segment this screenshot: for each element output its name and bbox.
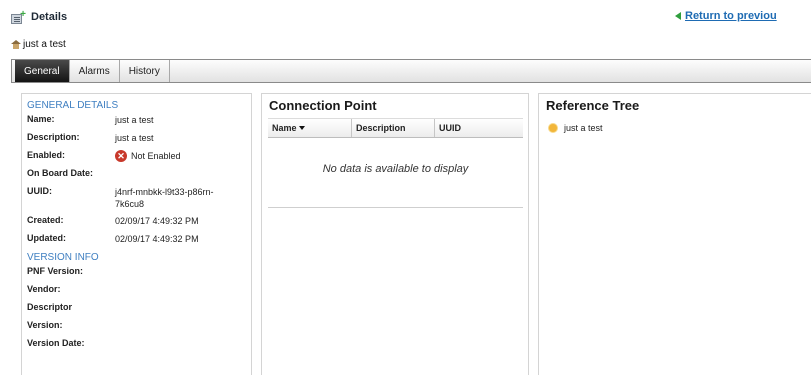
onboard-date-label: On Board Date:: [27, 168, 94, 178]
uuid-value: j4nrf-mnbkk-l9t33-p86rn-7k6cu8: [115, 187, 214, 209]
version-date-label: Version Date:: [27, 338, 85, 348]
detail-row-description: Description: just a test: [22, 130, 251, 148]
descriptor-label: Descriptor: [27, 302, 73, 312]
tab-bar: General Alarms History: [11, 59, 811, 83]
detail-row-created: Created: 02/09/17 4:49:32 PM: [22, 213, 251, 231]
tab-alarms[interactable]: Alarms: [70, 60, 120, 82]
page-title: Details: [31, 11, 68, 23]
breadcrumb: just a test: [11, 39, 66, 50]
column-header-description[interactable]: Description: [352, 119, 435, 137]
detail-row-version: Version:: [22, 318, 251, 336]
home-icon[interactable]: [11, 40, 21, 49]
detail-row-uuid: UUID: j4nrf-mnbkk-l9t33-p86rn-7k6cu8: [22, 184, 251, 213]
connection-point-table: Name Description UUID No data is availab…: [268, 118, 523, 208]
tree-node[interactable]: just a test: [539, 123, 811, 133]
return-link[interactable]: Return to previou: [675, 10, 777, 22]
updated-label: Updated:: [27, 233, 66, 243]
reference-tree-title: Reference Tree: [546, 98, 640, 113]
created-label: Created:: [27, 215, 64, 225]
column-header-name[interactable]: Name: [268, 119, 352, 137]
detail-row-pnf-version: PNF Version:: [22, 264, 251, 282]
detail-row-enabled: Enabled: ✕ Not Enabled: [22, 148, 251, 166]
reference-tree-panel: Reference Tree just a test: [538, 93, 811, 375]
detail-row-version-date: Version Date:: [22, 336, 251, 354]
return-link-label[interactable]: Return to previou: [685, 10, 777, 22]
node-status-icon: [549, 124, 557, 132]
error-x-icon: ✕: [115, 150, 127, 162]
connection-point-title: Connection Point: [269, 98, 377, 113]
sort-down-icon: [298, 126, 305, 130]
name-label: Name:: [27, 114, 55, 124]
tab-general[interactable]: General: [15, 60, 70, 82]
tab-history[interactable]: History: [120, 60, 170, 82]
version-info-heading: VERSION INFO: [27, 252, 99, 263]
detail-row-updated: Updated: 02/09/17 4:49:32 PM: [22, 231, 251, 249]
updated-value: 02/09/17 4:49:32 PM: [115, 234, 199, 244]
description-value: just a test: [115, 133, 154, 143]
column-header-name-label: Name: [272, 123, 297, 133]
detail-row-onboard: On Board Date:: [22, 166, 251, 184]
name-value: just a test: [115, 115, 154, 125]
table-header: Name Description UUID: [268, 118, 523, 138]
details-icon: +: [11, 9, 26, 24]
general-details-heading: GENERAL DETAILS: [27, 100, 119, 111]
back-arrow-icon: [675, 12, 681, 20]
enabled-status: ✕ Not Enabled: [115, 150, 235, 162]
page-header: + Details: [11, 9, 67, 25]
vendor-label: Vendor:: [27, 284, 61, 294]
enabled-value: Not Enabled: [131, 151, 181, 161]
empty-table-message: No data is available to display: [322, 163, 469, 175]
detail-row-name: Name: just a test: [22, 112, 251, 130]
detail-row-descriptor: Descriptor: [22, 300, 251, 318]
general-details-panel: GENERAL DETAILS Name: just a test Descri…: [21, 93, 252, 375]
enabled-label: Enabled:: [27, 150, 66, 160]
detail-row-vendor: Vendor:: [22, 282, 251, 300]
created-value: 02/09/17 4:49:32 PM: [115, 216, 199, 226]
uuid-label: UUID:: [27, 186, 52, 196]
column-header-uuid[interactable]: UUID: [435, 119, 523, 137]
tree-node-label: just a test: [564, 123, 603, 133]
breadcrumb-label: just a test: [23, 39, 66, 50]
version-label: Version:: [27, 320, 63, 330]
pnf-version-label: PNF Version:: [27, 266, 84, 276]
description-label: Description:: [27, 132, 80, 142]
connection-point-panel: Connection Point Name Description UUID N…: [261, 93, 529, 375]
